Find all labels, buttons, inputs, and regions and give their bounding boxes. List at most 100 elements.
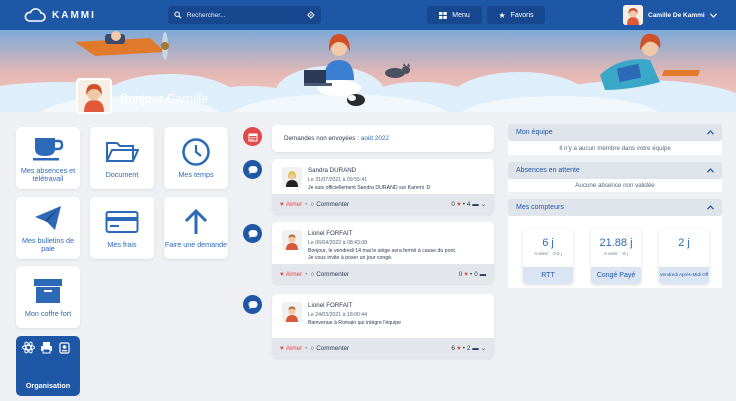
like-button[interactable]: ♥ Aimer bbox=[280, 271, 302, 278]
printer-icon bbox=[41, 342, 52, 354]
post-content: Lionel FORFAIT Le 24/03/2021 à 18:00:44 … bbox=[308, 302, 401, 327]
post-author[interactable]: Sandra DURAND bbox=[308, 167, 430, 176]
chat-icon-badge bbox=[243, 224, 262, 243]
post-author[interactable]: Lionel FORFAIT bbox=[308, 230, 458, 239]
panel-header-absences[interactable]: Absences en attente bbox=[508, 162, 722, 179]
user-avatar bbox=[623, 5, 643, 25]
counter-value: 2 j bbox=[678, 237, 690, 249]
separator-dot: • bbox=[469, 270, 473, 278]
pending-label: Demandes non envoyées : bbox=[284, 135, 359, 142]
panel-header-counters[interactable]: Mes compteurs bbox=[508, 199, 722, 216]
chevron-up-icon[interactable] bbox=[707, 168, 714, 173]
feed-post: Sandra DURAND Le 31/07/2021 à 09:55:41 J… bbox=[272, 159, 494, 214]
tile-document[interactable]: Document bbox=[90, 127, 154, 189]
tile-organisation[interactable]: Organisation bbox=[16, 336, 80, 396]
post-date: Le 31/07/2021 à 09:55:41 bbox=[308, 176, 368, 183]
chevron-down-icon[interactable]: ⌄ bbox=[481, 201, 486, 208]
panel-header-team[interactable]: Mon équipe bbox=[508, 124, 722, 141]
counter-card-conge-paye[interactable]: 21.88 j A venir : -6 j Congé Payé bbox=[591, 228, 641, 284]
chevron-down-icon[interactable]: ⌄ bbox=[481, 345, 486, 352]
counter-value: 6 j bbox=[542, 237, 554, 249]
woman-reading-illustration bbox=[600, 33, 700, 90]
paper-plane-icon bbox=[31, 203, 65, 233]
like-count: 6 bbox=[451, 344, 455, 352]
post-date: Le 06/04/2022 à 08:43:08 bbox=[308, 239, 368, 246]
separator-dot: • bbox=[462, 200, 465, 208]
like-button[interactable]: ♥ Aimer bbox=[280, 201, 302, 208]
post-text: Bienvenue à Romain qui intègre l'équipe bbox=[308, 319, 401, 326]
counter-card-vendredi[interactable]: 2 j Vendredi Après-Midi Off bbox=[659, 228, 709, 284]
heart-icon: ♥ bbox=[464, 270, 468, 278]
cloud-logo-icon bbox=[24, 7, 46, 22]
heart-icon: ♥ bbox=[280, 270, 284, 278]
favorites-button[interactable]: ★ Favoris bbox=[487, 6, 545, 24]
folder-icon bbox=[105, 137, 139, 167]
tile-label: Document bbox=[105, 169, 139, 179]
post-content: Sandra DURAND Le 31/07/2021 à 09:55:41 J… bbox=[308, 167, 430, 192]
tile-mes-frais[interactable]: Mes frais bbox=[90, 197, 154, 259]
post-counts: 6 ♥ • 2 ▬ ⌄ bbox=[451, 345, 486, 352]
id-badge-icon bbox=[59, 342, 70, 354]
logo-text: KAMMI bbox=[52, 9, 96, 21]
star-icon: ★ bbox=[498, 10, 506, 20]
separator-dot: • bbox=[305, 270, 308, 278]
post-counts: 0 ♥ • 4 ▬ ⌄ bbox=[451, 201, 486, 208]
pending-month-link[interactable]: août 2022 bbox=[361, 135, 389, 142]
author-avatar bbox=[282, 302, 302, 322]
settings-gear-icon[interactable] bbox=[307, 11, 315, 19]
comment-button[interactable]: ○ Commenter bbox=[310, 201, 349, 208]
pending-requests-card[interactable]: Demandes non envoyées : août 2022 bbox=[272, 125, 494, 152]
chevron-up-icon[interactable] bbox=[707, 130, 714, 135]
like-button[interactable]: ♥ Aimer bbox=[280, 345, 302, 352]
tile-label: Mes absences et télétravail bbox=[20, 165, 76, 183]
counter-upcoming: A venir : -3.5 j bbox=[534, 251, 562, 256]
chat-bubble-icon bbox=[248, 165, 257, 174]
archive-box-icon bbox=[31, 276, 65, 306]
tile-absences[interactable]: Mes absences et télétravail bbox=[16, 127, 80, 189]
kammi-logo[interactable]: KAMMI bbox=[24, 6, 96, 24]
chat-bubble-icon bbox=[248, 229, 257, 238]
tile-label: Mes bulletins de paie bbox=[22, 235, 74, 253]
comment-count: 2 bbox=[466, 344, 471, 352]
heart-icon: ♥ bbox=[280, 344, 284, 352]
arrow-up-icon bbox=[179, 207, 213, 237]
search-input[interactable] bbox=[186, 11, 303, 19]
tile-faire-demande[interactable]: Faire une demande bbox=[164, 197, 228, 259]
heart-icon: ♥ bbox=[280, 200, 284, 208]
comment-icon: ▬ bbox=[472, 344, 479, 352]
post-body: Lionel FORFAIT Le 24/03/2021 à 18:00:44 … bbox=[272, 294, 494, 327]
search-bar[interactable] bbox=[168, 6, 321, 24]
tile-label: Mon coffre fort bbox=[24, 308, 72, 318]
comment-icon: ○ bbox=[310, 200, 315, 208]
chevron-up-icon[interactable] bbox=[707, 205, 714, 210]
counter-card-rtt[interactable]: 6 j A venir : -3.5 j RTT bbox=[523, 228, 573, 284]
separator-dot: • bbox=[305, 200, 308, 208]
comment-icon: ○ bbox=[310, 270, 315, 278]
post-body: Lionel FORFAIT Le 06/04/2022 à 08:43:08 … bbox=[272, 222, 494, 263]
post-text: Bonjour, le vendredi 14 mai le siège ser… bbox=[308, 247, 457, 262]
menu-button[interactable]: Menu bbox=[427, 6, 482, 24]
comment-button[interactable]: ○ Commenter bbox=[310, 271, 349, 278]
user-menu[interactable]: Camille De Kammi bbox=[623, 2, 717, 28]
comment-button[interactable]: ○ Commenter bbox=[310, 345, 349, 352]
chevron-down-icon bbox=[709, 12, 717, 18]
profile-avatar[interactable] bbox=[76, 78, 112, 114]
comment-count: 0 bbox=[474, 270, 478, 278]
comment-icon: ○ bbox=[310, 344, 315, 352]
favorites-label: Favoris bbox=[510, 11, 534, 19]
feed-post: Lionel FORFAIT Le 06/04/2022 à 08:43:08 … bbox=[272, 222, 494, 284]
panel-title: Absences en attente bbox=[516, 167, 580, 174]
post-author[interactable]: Lionel FORFAIT bbox=[308, 302, 401, 311]
greeting-text: Bonjour Camille bbox=[120, 92, 209, 106]
tile-mes-temps[interactable]: Mes temps bbox=[164, 127, 228, 189]
search-icon bbox=[174, 11, 182, 19]
tile-bulletins[interactable]: Mes bulletins de paie bbox=[16, 197, 80, 259]
separator-dot: • bbox=[305, 344, 308, 352]
comment-count: 4 bbox=[466, 200, 471, 208]
comment-icon: ▬ bbox=[472, 200, 479, 208]
comment-icon: ▬ bbox=[479, 270, 486, 278]
grid-icon bbox=[439, 11, 448, 19]
chat-bubble-icon bbox=[248, 300, 257, 309]
atom-icon bbox=[22, 341, 35, 354]
tile-coffre-fort[interactable]: Mon coffre fort bbox=[16, 266, 80, 328]
